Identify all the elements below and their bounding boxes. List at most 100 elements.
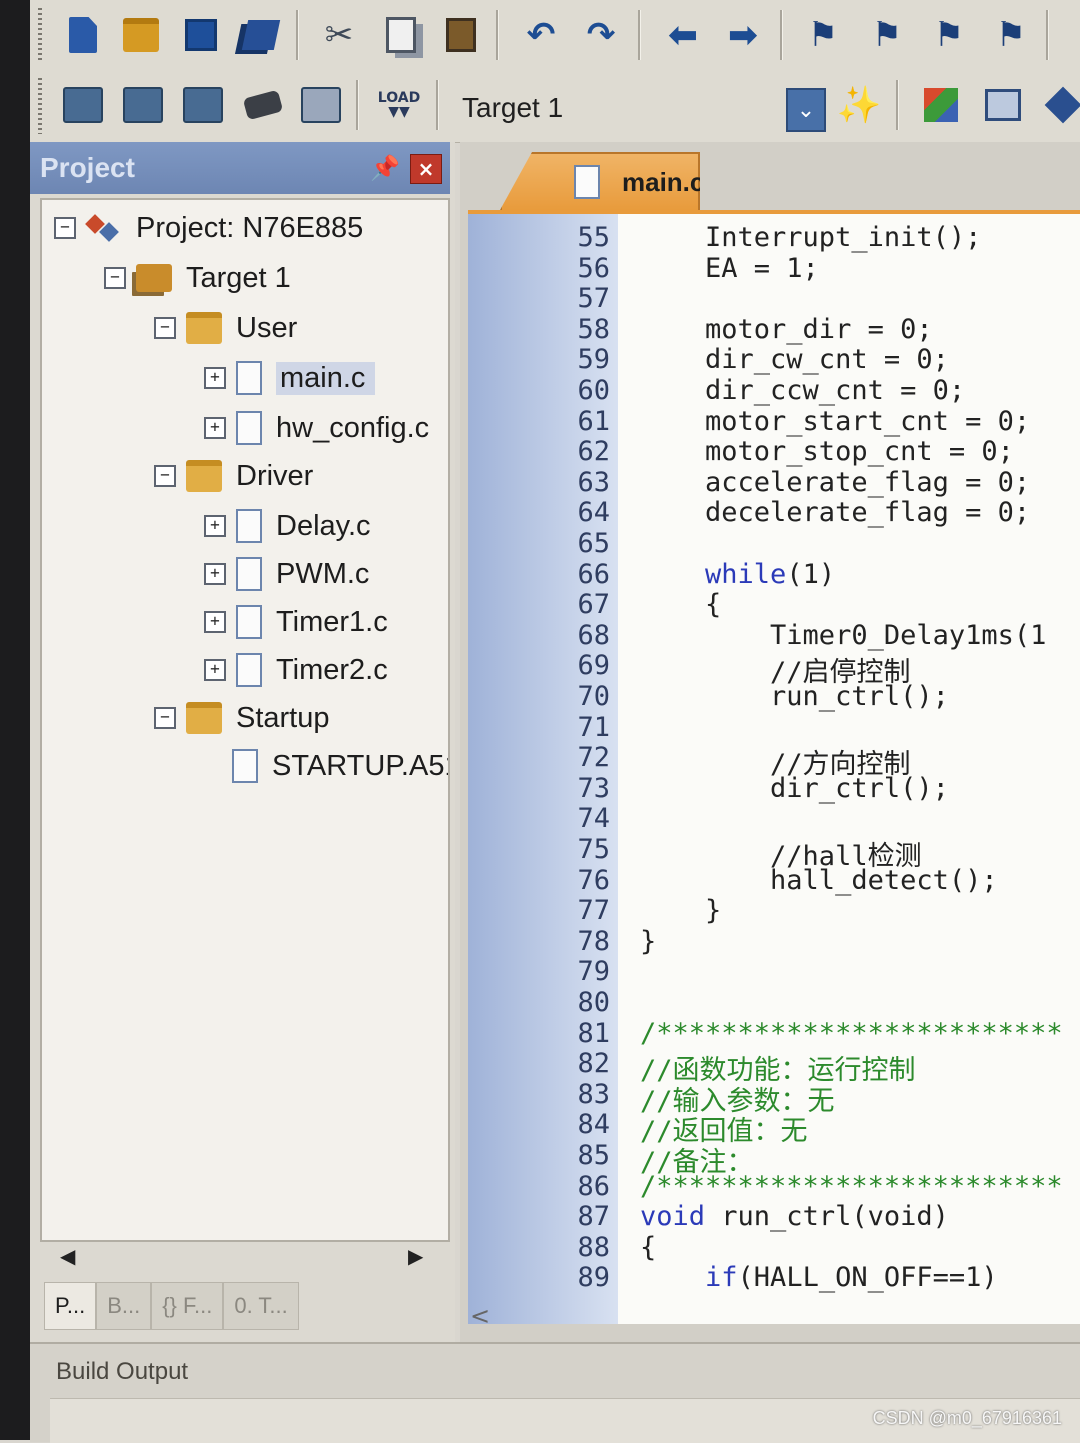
- paste-button[interactable]: [438, 12, 484, 58]
- redo-button[interactable]: ↷: [578, 12, 624, 58]
- collapse-icon[interactable]: −: [154, 317, 176, 339]
- scroll-left-icon[interactable]: <: [470, 1302, 490, 1330]
- tree-node-file-main[interactable]: + main.c: [204, 356, 376, 400]
- code-line[interactable]: 66 while(1): [468, 559, 1080, 591]
- collapse-icon[interactable]: −: [54, 217, 76, 239]
- target-options-button[interactable]: ✨: [836, 82, 882, 128]
- code-line[interactable]: 82//函数功能：运行控制: [468, 1048, 1080, 1086]
- tree-node-file-pwm[interactable]: + PWM.c: [204, 552, 369, 596]
- manage-components-button[interactable]: [918, 82, 964, 128]
- code-line[interactable]: 71: [468, 712, 1080, 744]
- line-number: 84: [577, 1109, 610, 1141]
- code-line[interactable]: 56 EA = 1;: [468, 253, 1080, 285]
- tree-node-file-startup[interactable]: STARTUP.A51: [232, 744, 448, 788]
- expand-icon[interactable]: +: [204, 417, 226, 439]
- nav-forward-button[interactable]: ➡: [720, 12, 766, 58]
- code-line[interactable]: 65: [468, 528, 1080, 560]
- code-line[interactable]: 75 //hall检测: [468, 834, 1080, 872]
- pack-installer-button[interactable]: [1040, 82, 1080, 128]
- collapse-icon[interactable]: −: [154, 707, 176, 729]
- code-line[interactable]: 62 motor_stop_cnt = 0;: [468, 436, 1080, 468]
- tree-node-group-driver[interactable]: − Driver: [154, 454, 313, 498]
- code-line[interactable]: 64 decelerate_flag = 0;: [468, 497, 1080, 529]
- code-line[interactable]: 57: [468, 283, 1080, 315]
- code-line[interactable]: 74: [468, 803, 1080, 835]
- open-file-button[interactable]: [118, 12, 164, 58]
- expand-icon[interactable]: +: [204, 367, 226, 389]
- collapse-icon[interactable]: −: [104, 267, 126, 289]
- code-line[interactable]: 77 }: [468, 895, 1080, 927]
- code-line[interactable]: 86 /*************************: [468, 1171, 1080, 1203]
- target-dropdown-button[interactable]: ⌄: [786, 88, 826, 132]
- close-panel-button[interactable]: ×: [410, 154, 442, 184]
- toolbar-grip[interactable]: [38, 78, 42, 134]
- tab-templates[interactable]: 0. T...: [223, 1282, 299, 1330]
- scroll-right-icon[interactable]: ▶: [408, 1244, 423, 1268]
- code-line[interactable]: 76 hall_detect();: [468, 865, 1080, 897]
- code-line[interactable]: 58 motor_dir = 0;: [468, 314, 1080, 346]
- expand-icon[interactable]: +: [204, 563, 226, 585]
- tree-node-file-timer1[interactable]: + Timer1.c: [204, 600, 388, 644]
- rebuild-button[interactable]: [180, 82, 226, 128]
- code-line[interactable]: 72 //方向控制: [468, 742, 1080, 780]
- tab-project[interactable]: P...: [44, 1282, 97, 1330]
- tab-main-c[interactable]: main.c: [500, 152, 700, 210]
- code-line[interactable]: 88 {: [468, 1232, 1080, 1264]
- tree-node-file-delay[interactable]: + Delay.c: [204, 504, 371, 548]
- code-line[interactable]: 68 Timer0_Delay1ms(1: [468, 620, 1080, 652]
- code-line[interactable]: 78}: [468, 926, 1080, 958]
- code-line[interactable]: 80: [468, 987, 1080, 1019]
- copy-button[interactable]: [378, 12, 424, 58]
- tree-node-file-timer2[interactable]: + Timer2.c: [204, 648, 388, 692]
- pin-icon[interactable]: 📌: [370, 154, 400, 182]
- build-button[interactable]: [120, 82, 166, 128]
- code-line[interactable]: 70 run_ctrl();: [468, 681, 1080, 713]
- code-line[interactable]: 79: [468, 956, 1080, 988]
- code-line[interactable]: 63 accelerate_flag = 0;: [468, 467, 1080, 499]
- code-line[interactable]: 67 {: [468, 589, 1080, 621]
- tree-node-group-user[interactable]: − User: [154, 306, 297, 350]
- tab-functions[interactable]: {} F...: [151, 1282, 224, 1330]
- translate-button[interactable]: [60, 82, 106, 128]
- new-file-button[interactable]: [60, 12, 106, 58]
- tree-horizontal-scrollbar[interactable]: ◀ ▶: [44, 1242, 438, 1272]
- collapse-icon[interactable]: −: [154, 465, 176, 487]
- bookmark-button[interactable]: ⚑: [800, 12, 846, 58]
- toolbar-grip[interactable]: [38, 8, 42, 62]
- code-line[interactable]: 55 Interrupt_init();: [468, 222, 1080, 254]
- code-line[interactable]: 59 dir_cw_cnt = 0;: [468, 344, 1080, 376]
- expand-icon[interactable]: +: [204, 659, 226, 681]
- scroll-left-icon[interactable]: ◀: [60, 1244, 75, 1268]
- nav-back-button[interactable]: ⬅: [660, 12, 706, 58]
- window-layout-button[interactable]: [980, 82, 1026, 128]
- cut-button[interactable]: ✂: [316, 12, 362, 58]
- code-line[interactable]: 83//输入参数：无: [468, 1079, 1080, 1117]
- stop-build-button[interactable]: [298, 82, 344, 128]
- tree-node-project[interactable]: − Project: N76E885: [54, 206, 363, 250]
- tab-books[interactable]: B...: [96, 1282, 152, 1330]
- save-all-button[interactable]: [238, 12, 284, 58]
- target-select[interactable]: Target 1: [462, 92, 563, 124]
- batch-build-button[interactable]: [240, 82, 286, 128]
- code-line[interactable]: 69 //启停控制: [468, 650, 1080, 688]
- code-line[interactable]: 73 dir_ctrl();: [468, 773, 1080, 805]
- code-line[interactable]: 84//返回值：无: [468, 1109, 1080, 1147]
- expand-icon[interactable]: +: [204, 515, 226, 537]
- code-line[interactable]: 81 /*************************: [468, 1018, 1080, 1050]
- code-line[interactable]: 85//备注：: [468, 1140, 1080, 1178]
- save-button[interactable]: [178, 12, 224, 58]
- bookmark-clear-button[interactable]: ⚑: [988, 12, 1034, 58]
- bookmark-prev-button[interactable]: ⚑: [864, 12, 910, 58]
- load-button[interactable]: LOAD ▼▼: [376, 82, 422, 128]
- bookmark-next-button[interactable]: ⚑: [926, 12, 972, 58]
- tree-node-group-startup[interactable]: − Startup: [154, 696, 330, 740]
- code-line[interactable]: 60 dir_ccw_cnt = 0;: [468, 375, 1080, 407]
- expand-icon[interactable]: +: [204, 611, 226, 633]
- code-line[interactable]: 89 if(HALL_ON_OFF==1): [468, 1262, 1080, 1294]
- undo-button[interactable]: ↶: [518, 12, 564, 58]
- tree-node-file-hw-config[interactable]: + hw_config.c: [204, 406, 429, 450]
- code-line[interactable]: 87 void run_ctrl(void): [468, 1201, 1080, 1233]
- code-line[interactable]: 61 motor_start_cnt = 0;: [468, 406, 1080, 438]
- code-area[interactable]: 55 Interrupt_init(); 56 EA = 1; 57 58 motor…: [468, 210, 1080, 1324]
- tree-node-target[interactable]: − Target 1: [104, 256, 291, 300]
